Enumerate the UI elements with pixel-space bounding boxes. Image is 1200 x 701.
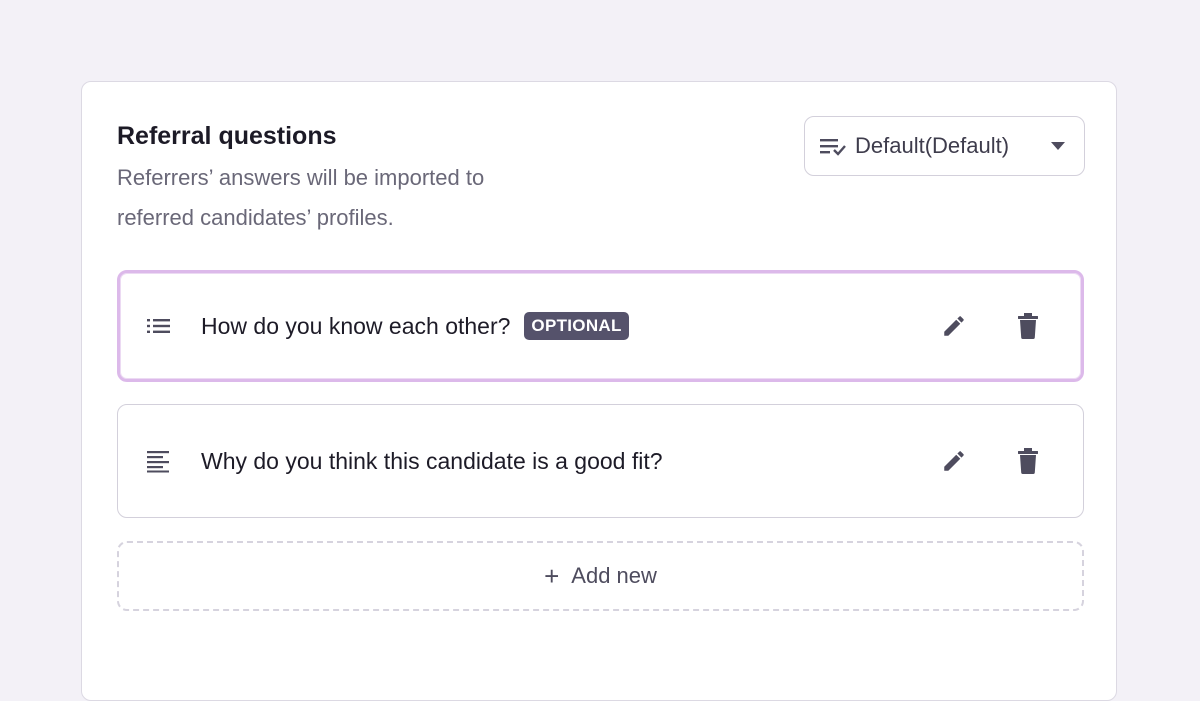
trash-icon — [1018, 313, 1038, 339]
list-icon — [146, 315, 172, 337]
plus-icon: + — [544, 561, 560, 591]
template-select[interactable]: Default(Default) — [804, 116, 1085, 176]
paragraph-icon — [146, 450, 172, 473]
caret-down-icon — [1050, 141, 1066, 151]
trash-icon — [1018, 448, 1038, 474]
referral-questions-card: Referral questions Referrers’ answers wi… — [81, 81, 1117, 701]
optional-badge: OPTIONAL — [524, 312, 629, 340]
question-text-wrap: How do you know each other? OPTIONAL — [201, 312, 629, 340]
question-item[interactable]: How do you know each other? OPTIONAL — [117, 270, 1084, 382]
question-text: How do you know each other? — [201, 312, 511, 339]
section-subtitle: Referrers’ answers will be imported to r… — [117, 165, 485, 230]
template-select-label: Default(Default) — [855, 133, 1010, 158]
delete-button[interactable] — [1011, 444, 1045, 478]
edit-button[interactable] — [937, 444, 971, 478]
question-text: Why do you think this candidate is a goo… — [201, 447, 663, 474]
add-new-button[interactable]: + Add new — [117, 541, 1084, 611]
delete-button[interactable] — [1011, 309, 1045, 343]
question-item[interactable]: Why do you think this candidate is a goo… — [117, 404, 1084, 518]
edit-button[interactable] — [937, 309, 971, 343]
section-title: Referral questions — [117, 122, 337, 150]
add-new-label: Add new — [571, 563, 657, 588]
pencil-icon — [944, 316, 964, 336]
pencil-icon — [944, 451, 964, 471]
checklist-icon — [819, 134, 847, 158]
